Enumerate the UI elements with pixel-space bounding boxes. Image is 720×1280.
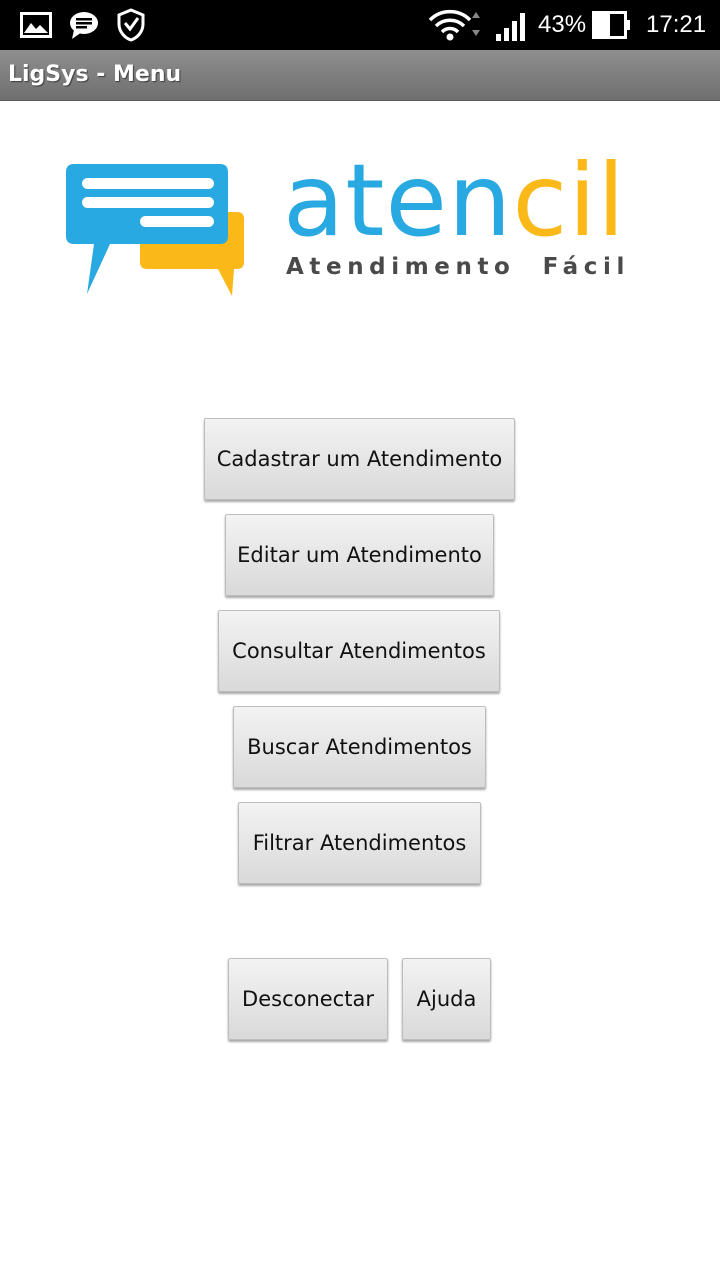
- chat-bubbles-icon: [66, 164, 244, 296]
- logo-word-yellow: cil: [512, 142, 626, 259]
- editar-atendimento-button[interactable]: Editar um Atendimento: [225, 514, 494, 596]
- logo-tagline: Atendimento Fácil: [286, 254, 630, 280]
- battery-icon: [592, 11, 630, 39]
- atencil-logo: atencil Atendimento Fácil: [60, 142, 660, 303]
- battery-percent: 43%: [538, 11, 587, 38]
- signal-icon: [496, 13, 525, 41]
- image-icon: [20, 12, 52, 38]
- buscar-atendimentos-button[interactable]: Buscar Atendimentos: [233, 706, 486, 788]
- title-bar: LigSys - Menu: [0, 50, 720, 101]
- wifi-icon: [428, 9, 480, 41]
- filtrar-atendimentos-button[interactable]: Filtrar Atendimentos: [238, 802, 481, 884]
- desconectar-button[interactable]: Desconectar: [228, 958, 388, 1040]
- status-bar: 43% 17:21: [0, 0, 720, 50]
- logo-word-blue: aten: [283, 142, 513, 259]
- ajuda-button[interactable]: Ajuda: [402, 958, 491, 1040]
- cadastrar-atendimento-button[interactable]: Cadastrar um Atendimento: [204, 418, 515, 500]
- app-title: LigSys - Menu: [8, 62, 182, 87]
- consultar-atendimentos-button[interactable]: Consultar Atendimentos: [218, 610, 500, 692]
- logo-wordmark: atencil: [283, 136, 626, 266]
- message-icon: [70, 12, 98, 39]
- shield-icon: [117, 8, 145, 42]
- clock: 17:21: [646, 11, 707, 38]
